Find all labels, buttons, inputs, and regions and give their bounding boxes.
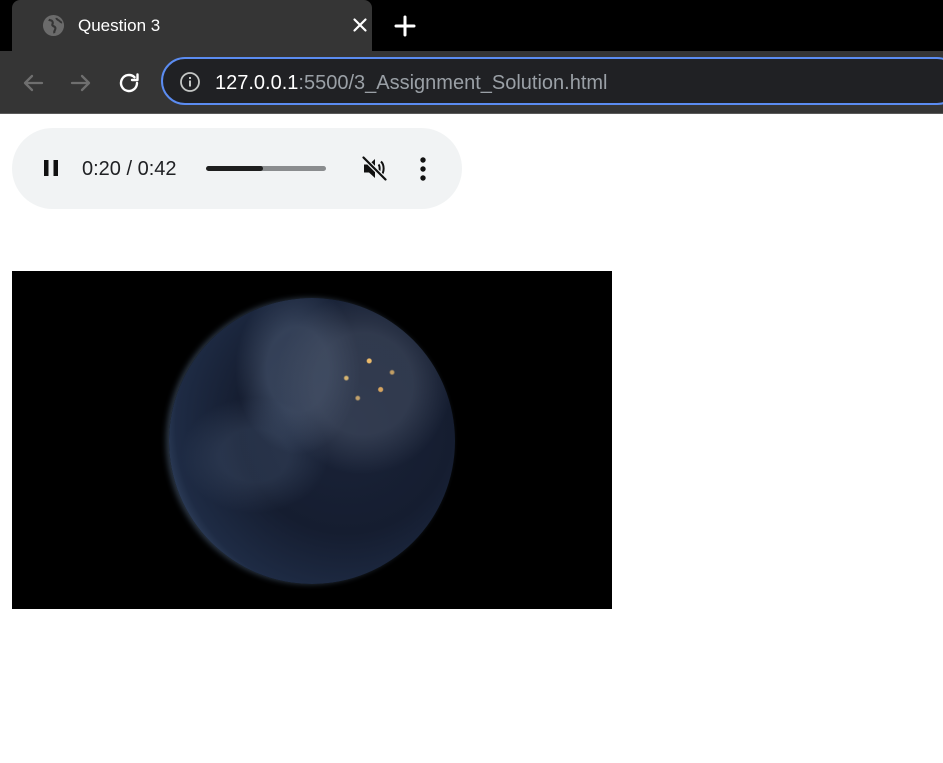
time-display: 0:20 / 0:42 — [82, 158, 177, 180]
reload-icon[interactable] — [117, 71, 141, 95]
url-host: 127.0.0.1 — [215, 72, 299, 94]
url-text: 127.0.0.1:5500/3_Assignment_Solution.htm… — [215, 71, 608, 95]
url-path: :5500/3_Assignment_Solution.html — [298, 72, 608, 94]
audio-player: 0:20 / 0:42 — [12, 128, 462, 209]
earth-at-night-frame — [169, 298, 455, 584]
forward-arrow-icon[interactable] — [69, 71, 93, 95]
video-player[interactable] — [12, 271, 612, 609]
more-vert-icon[interactable] — [414, 156, 432, 182]
seek-bar[interactable] — [206, 166, 326, 171]
browser-chrome: Question 3 127.0.0.1:5500/3_Assignment_S… — [0, 0, 943, 114]
browser-toolbar: 127.0.0.1:5500/3_Assignment_Solution.htm… — [0, 51, 943, 114]
back-arrow-icon[interactable] — [21, 71, 45, 95]
plus-icon[interactable] — [393, 14, 417, 38]
close-icon[interactable] — [350, 15, 370, 35]
seek-progress — [206, 166, 264, 171]
browser-tab[interactable]: Question 3 — [12, 0, 372, 51]
address-bar[interactable]: 127.0.0.1:5500/3_Assignment_Solution.htm… — [161, 57, 943, 105]
pause-icon[interactable] — [39, 156, 63, 180]
info-icon[interactable] — [179, 71, 201, 93]
globe-icon — [42, 14, 65, 37]
muted-speaker-icon[interactable] — [361, 155, 388, 182]
tab-title: Question 3 — [78, 16, 161, 35]
